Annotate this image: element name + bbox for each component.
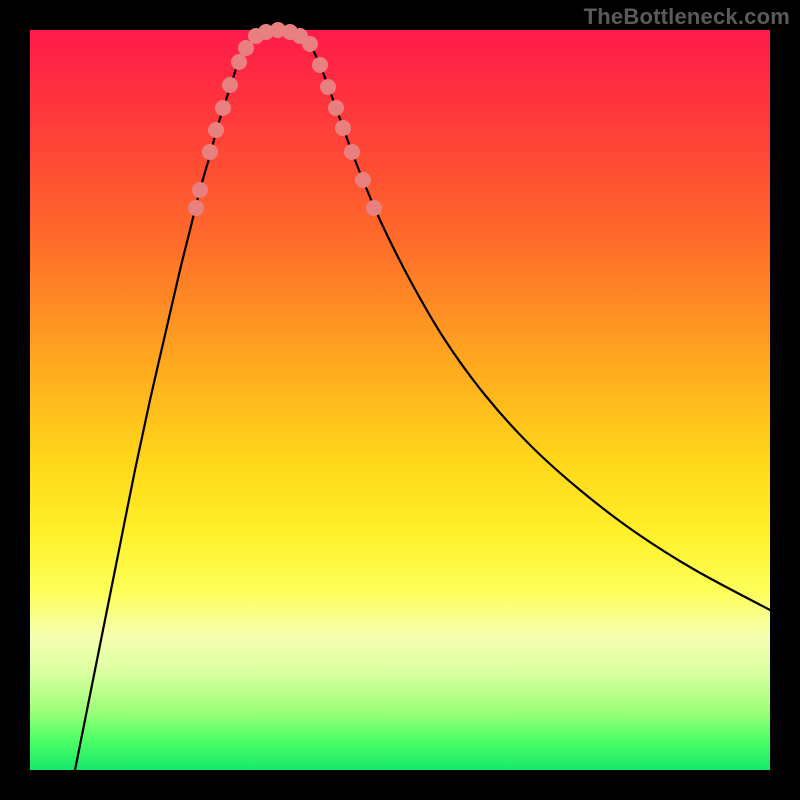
data-marker xyxy=(231,54,247,70)
data-marker xyxy=(335,120,351,136)
data-marker xyxy=(366,200,382,216)
data-marker xyxy=(222,77,238,93)
data-marker xyxy=(188,200,204,216)
data-marker xyxy=(344,144,360,160)
markers-group xyxy=(188,22,382,216)
data-marker xyxy=(312,57,328,73)
watermark-text: TheBottleneck.com xyxy=(584,4,790,30)
curve-overlay xyxy=(30,30,770,770)
data-marker xyxy=(192,182,208,198)
data-marker xyxy=(202,144,218,160)
chart-canvas: TheBottleneck.com xyxy=(0,0,800,800)
curve-path xyxy=(75,30,770,770)
data-marker xyxy=(215,100,231,116)
data-marker xyxy=(302,36,318,52)
data-marker xyxy=(328,100,344,116)
data-marker xyxy=(208,122,224,138)
data-marker xyxy=(355,172,371,188)
plot-area xyxy=(30,30,770,770)
data-marker xyxy=(320,79,336,95)
